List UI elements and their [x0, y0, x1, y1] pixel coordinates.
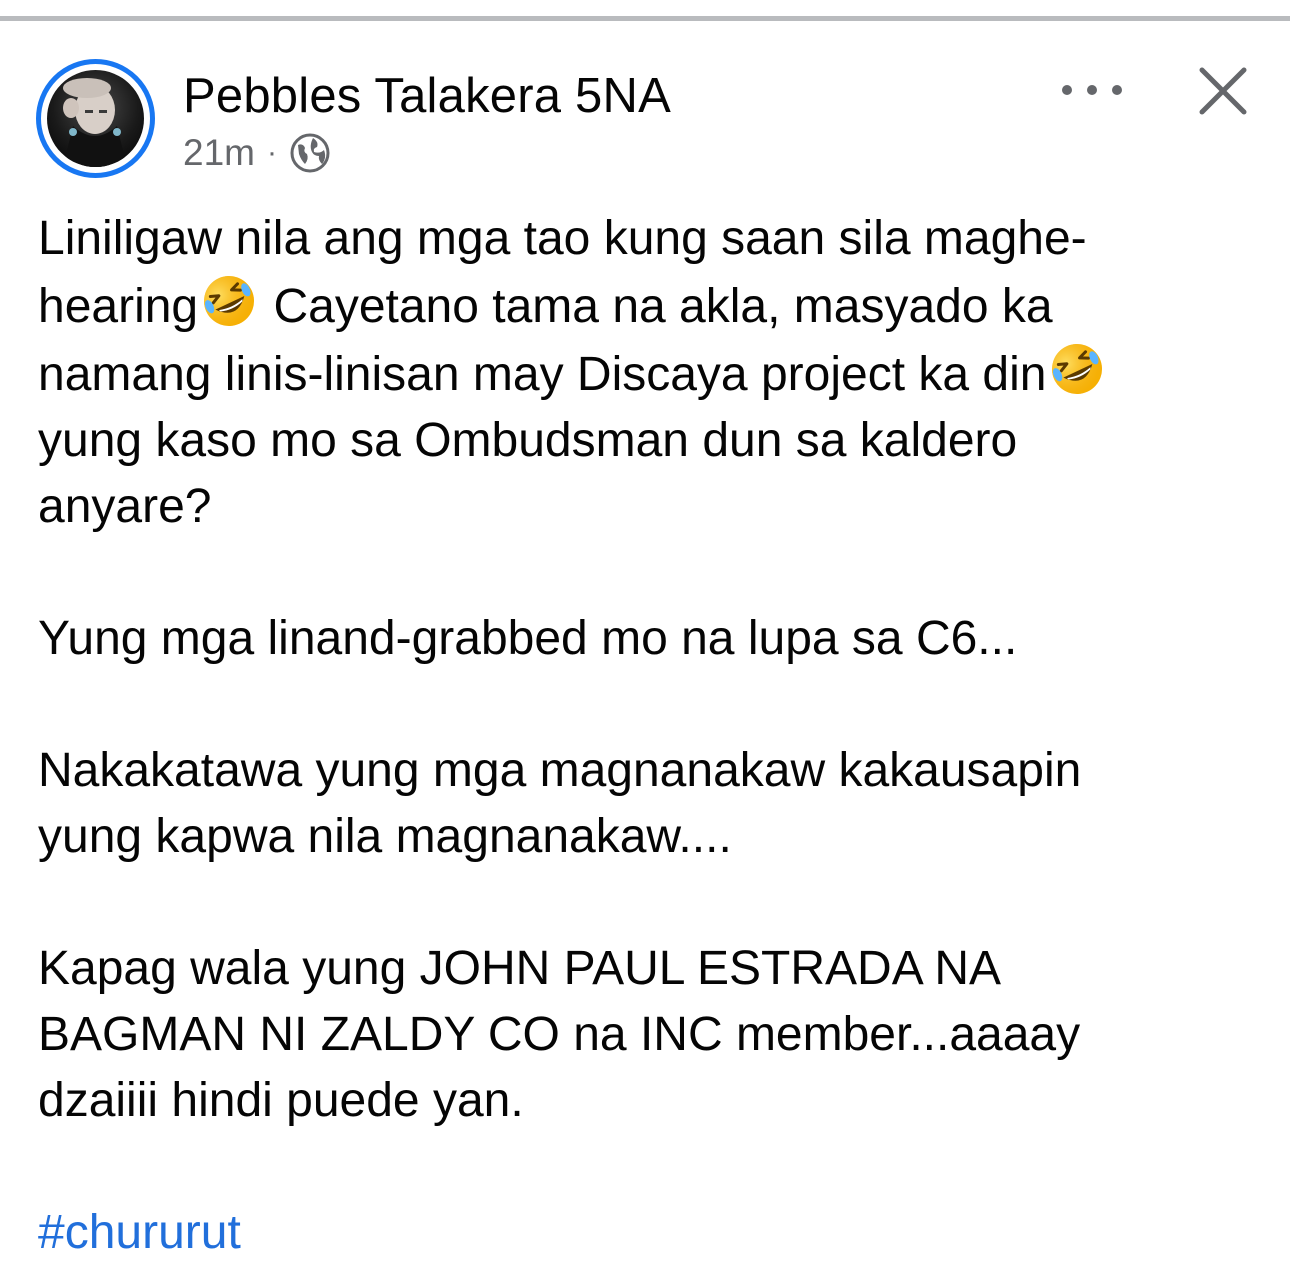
meta-separator: · — [266, 136, 277, 169]
author-name[interactable]: Pebbles Talakera 5NA — [183, 68, 671, 124]
post-text: Liniligaw nila ang mga tao kung saan sil… — [38, 206, 1263, 1266]
text-line: Yung mga linand-grabbed mo na lupa sa C6… — [38, 612, 1018, 665]
more-options-icon-dot — [1087, 85, 1097, 95]
text-fragment: Cayetano tama na akla, masyado ka — [260, 280, 1053, 333]
text-line: yung kapwa nila magnanakaw.... — [38, 810, 732, 863]
text-line: hearing Cayetano tama na akla, masyado k… — [38, 272, 1263, 340]
laughing-emoji-icon — [1052, 344, 1103, 394]
globe-icon — [289, 132, 331, 174]
close-icon — [1199, 67, 1247, 115]
text-line: Kapag wala yung JOHN PAUL ESTRADA NA — [38, 942, 1002, 995]
more-options-button[interactable] — [1062, 72, 1122, 108]
text-line: BAGMAN NI ZALDY CO na INC member...aaaay — [38, 1008, 1081, 1061]
text-fragment: namang linis-linisan may Discaya project… — [38, 348, 1047, 401]
close-button[interactable] — [1198, 66, 1248, 116]
more-options-icon-dot — [1112, 85, 1122, 95]
hashtag-link[interactable]: #chururut — [38, 1200, 1263, 1266]
post-timestamp[interactable]: 21m — [183, 132, 255, 174]
post-meta: 21m · — [183, 131, 331, 175]
text-line: anyare? — [38, 480, 212, 533]
post-paragraph: Yung mga linand-grabbed mo na lupa sa C6… — [38, 606, 1263, 672]
text-fragment: hearing — [38, 280, 199, 333]
text-line: Nakakatawa yung mga magnanakaw kakausapi… — [38, 744, 1082, 797]
post-paragraph: #chururut — [38, 1200, 1263, 1266]
text-line: dzaiiii hindi puede yan. — [38, 1074, 524, 1127]
post-paragraph: Nakakatawa yung mga magnanakaw kakausapi… — [38, 738, 1263, 870]
post-paragraph: Kapag wala yung JOHN PAUL ESTRADA NA BAG… — [38, 936, 1263, 1134]
author-avatar[interactable] — [36, 59, 155, 178]
more-options-icon — [1062, 85, 1072, 95]
text-line: Liniligaw nila ang mga tao kung saan sil… — [38, 212, 1087, 265]
post-paragraph: Liniligaw nila ang mga tao kung saan sil… — [38, 206, 1263, 540]
text-line: namang linis-linisan may Discaya project… — [38, 340, 1263, 408]
avatar-photo — [47, 70, 144, 167]
text-line: yung kaso mo sa Ombudsman dun sa kaldero — [38, 414, 1018, 467]
top-divider — [0, 16, 1290, 21]
laughing-emoji-icon — [204, 276, 255, 326]
